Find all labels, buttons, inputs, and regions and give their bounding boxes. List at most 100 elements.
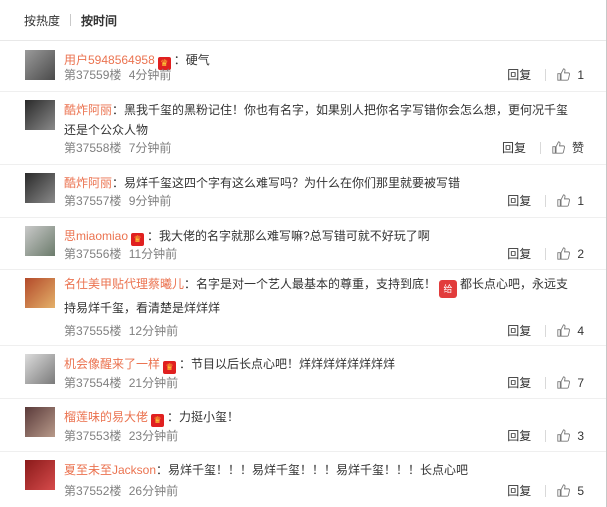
username-link[interactable]: 思miaomiao: [64, 229, 128, 243]
vip-badge-icon: ♛: [151, 414, 165, 427]
timestamp: 12分钟前: [128, 324, 179, 338]
comment-actions: 回复 赞: [502, 139, 584, 156]
avatar[interactable]: [25, 278, 55, 308]
avatar[interactable]: [25, 100, 55, 130]
like-count: 1: [577, 67, 584, 82]
thumbs-up-icon: [557, 194, 571, 207]
action-divider: [545, 247, 547, 260]
comment-actions: 回复 2: [507, 245, 584, 262]
like-button[interactable]: 4: [557, 324, 584, 338]
like-count: 2: [577, 246, 584, 261]
avatar[interactable]: [25, 354, 55, 384]
like-count: 7: [577, 375, 584, 390]
action-divider: [545, 429, 547, 442]
reply-button[interactable]: 回复: [507, 374, 531, 391]
comment-actions: 回复 3: [507, 427, 584, 444]
username-link[interactable]: 名仕美甲贴代理蔡曦儿: [64, 277, 184, 291]
username-link[interactable]: 酷炸阿丽: [64, 103, 112, 117]
reply-button[interactable]: 回复: [507, 192, 531, 209]
comment-item: 名仕美甲贴代理蔡曦儿：名字是对一个艺人最基本的尊重，支持到底！给都长点心吧，永远…: [0, 269, 606, 346]
thumbs-up-icon: [557, 324, 571, 337]
timestamp: 26分钟前: [128, 484, 179, 498]
comment-text: 夏至未至Jackson：易烊千玺！！！易烊千玺！！！易烊千玺！！！长点心吧: [64, 460, 580, 480]
avatar[interactable]: [25, 460, 55, 490]
like-button[interactable]: 1: [557, 68, 584, 82]
avatar[interactable]: [25, 226, 55, 256]
comment-body: ：名字是对一个艺人最基本的尊重，支持到底！: [184, 277, 437, 291]
sort-by-hot-tab[interactable]: 按热度: [24, 12, 60, 29]
floor-number: 第37554楼: [64, 376, 122, 390]
sort-by-time-tab[interactable]: 按时间: [81, 12, 117, 29]
action-divider: [545, 194, 547, 207]
action-divider: [545, 68, 547, 81]
thumbs-up-icon: [552, 141, 565, 154]
like-button[interactable]: 2: [557, 247, 584, 261]
timestamp: 9分钟前: [128, 194, 172, 208]
comment-actions: 回复 4: [507, 322, 584, 339]
like-button[interactable]: 1: [557, 194, 584, 208]
reply-button[interactable]: 回复: [507, 482, 531, 499]
comment-text: 酷炸阿丽：易烊千玺这四个字有这么难写吗？为什么在你们那里就要被写错: [64, 173, 580, 193]
like-count: 1: [577, 193, 584, 208]
comment-text: 机会像醒来了一样 ♛ ：节目以后长点心吧！烊烊烊烊烊烊烊烊: [64, 354, 580, 374]
comment-body: ：易烊千玺！！！易烊千玺！！！易烊千玺！！！长点心吧: [156, 463, 469, 477]
like-button[interactable]: 赞: [552, 139, 584, 156]
timestamp: 11分钟前: [128, 247, 178, 261]
comment-body: ：节目以后长点心吧！烊烊烊烊烊烊烊烊: [179, 357, 396, 371]
thumbs-up-icon: [557, 429, 571, 442]
comment-body: ：黑我千玺的黑粉记住！你也有名字，如果别人把你名字写错你会怎么想，更何况千玺还是…: [64, 103, 569, 137]
gift-emoji-icon: 给: [439, 280, 458, 298]
comment-text: 榴莲味的易大佬 ♛ ：力挺小玺！: [64, 407, 580, 427]
thumbs-up-icon: [557, 247, 571, 260]
floor-number: 第37553楼: [64, 429, 122, 443]
reply-button[interactable]: 回复: [507, 245, 531, 262]
timestamp: 4分钟前: [128, 68, 172, 82]
thumbs-up-icon: [557, 68, 571, 81]
comment-meta: 第37558楼 7分钟前: [64, 139, 171, 156]
username-link[interactable]: 榴莲味的易大佬: [64, 410, 148, 424]
avatar[interactable]: [25, 50, 55, 80]
reply-button[interactable]: 回复: [502, 139, 526, 156]
comment-meta: 第37557楼 9分钟前: [64, 192, 171, 209]
avatar[interactable]: [25, 173, 55, 203]
reply-button[interactable]: 回复: [507, 427, 531, 444]
like-button[interactable]: 5: [557, 484, 584, 498]
like-count: 3: [577, 428, 584, 443]
comment-body: ：硬气: [173, 53, 210, 67]
comment-actions: 回复 1: [507, 192, 584, 209]
comment-meta: 第37559楼 4分钟前: [64, 66, 171, 83]
like-button[interactable]: 3: [557, 429, 584, 443]
reply-button[interactable]: 回复: [507, 66, 531, 83]
comment-meta: 第37552楼 26分钟前: [64, 482, 178, 499]
username-link[interactable]: 夏至未至Jackson: [64, 463, 156, 477]
action-divider: [545, 376, 547, 389]
timestamp: 23分钟前: [128, 429, 179, 443]
username-link[interactable]: 酷炸阿丽: [64, 176, 112, 190]
comment-item: 榴莲味的易大佬 ♛ ：力挺小玺！ 第37553楼 23分钟前 回复 3: [0, 398, 606, 452]
vip-badge-icon: ♛: [163, 361, 177, 374]
floor-number: 第37557楼: [64, 194, 122, 208]
timestamp: 7分钟前: [128, 141, 172, 155]
comment-text: 思miaomiao ♛ ：我大佬的名字就那么难写嘛?总写错可就不好玩了啊: [64, 226, 580, 246]
comment-body: ：我大佬的名字就那么难写嘛?总写错可就不好玩了啊: [147, 229, 430, 243]
comment-actions: 回复 7: [507, 374, 584, 391]
comment-item: 酷炸阿丽：黑我千玺的黑粉记住！你也有名字，如果别人把你名字写错你会怎么想，更何况…: [0, 91, 606, 165]
floor-number: 第37559楼: [64, 68, 122, 82]
comment-panel: 按热度 按时间 用户5948564958 ♛ ：硬气 第37559楼 4分钟前 回复…: [0, 0, 607, 507]
action-divider: [545, 324, 547, 337]
username-link[interactable]: 机会像醒来了一样: [64, 357, 160, 371]
comment-text: 名仕美甲贴代理蔡曦儿：名字是对一个艺人最基本的尊重，支持到底！给都长点心吧，永远…: [64, 274, 580, 318]
avatar[interactable]: [25, 407, 55, 437]
reply-button[interactable]: 回复: [507, 322, 531, 339]
like-button[interactable]: 7: [557, 376, 584, 390]
comment-body: ：易烊千玺这四个字有这么难写吗？为什么在你们那里就要被写错: [112, 176, 461, 190]
thumbs-up-icon: [557, 376, 571, 389]
comment-meta: 第37554楼 21分钟前: [64, 374, 178, 391]
comment-actions: 回复 1: [507, 66, 584, 83]
comment-meta: 第37556楼 11分钟前: [64, 245, 177, 262]
timestamp: 21分钟前: [128, 376, 179, 390]
comment-item: 夏至未至Jackson：易烊千玺！！！易烊千玺！！！易烊千玺！！！长点心吧 第3…: [0, 451, 606, 507]
action-divider: [539, 141, 541, 154]
username-link[interactable]: 用户5948564958: [64, 53, 155, 67]
like-count: 4: [577, 323, 584, 338]
